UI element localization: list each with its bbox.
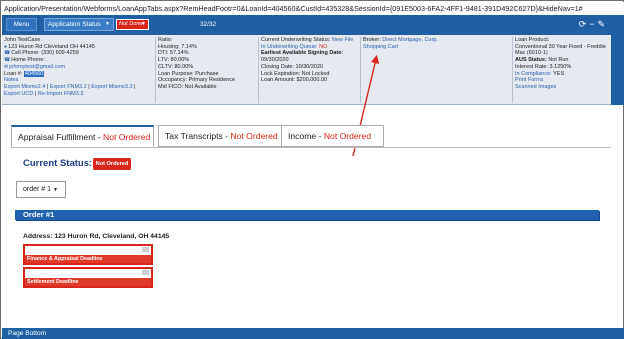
application-status-dropdown[interactable]: Application Status ▼	[44, 18, 114, 31]
app-window: Application/Presentation/Webforms/LoanAp…	[0, 0, 624, 339]
signing-label: Earliest Available Signing Date:	[261, 50, 344, 57]
reimport-fnm32-link[interactable]: Re-Import FNM3.2	[38, 91, 84, 97]
settlement-deadline-panel[interactable]: Settlement Deadline	[23, 267, 153, 288]
chevron-down-icon: ▼	[53, 187, 58, 193]
expand-icon[interactable]	[142, 247, 149, 252]
cltv-ratio: CLTV: 80.00%	[158, 63, 194, 70]
broker-column: Broker: Direct Mortgage, Corp. Shopping …	[360, 37, 510, 103]
deadline-label: Settlement Deadline	[25, 278, 151, 286]
chevron-down-icon: ▼	[141, 21, 146, 27]
print-forms-link[interactable]: Print Forms	[515, 77, 610, 84]
export-fnm32-link[interactable]: Export FNM3.2	[50, 84, 87, 90]
location-pin-icon: ●	[4, 43, 8, 50]
notes-link[interactable]: Notes	[4, 77, 152, 84]
aus-status-value: Not Run	[548, 57, 569, 64]
export-ucd-link[interactable]: Export UCD	[4, 91, 33, 97]
top-toolbar: Menu Application Status ▼ Not Done ▼ 32/…	[2, 15, 624, 35]
lock-expiration: Lock Expiration: Not Locked	[261, 70, 330, 77]
finance-appraisal-deadline-panel[interactable]: Finance & Appraisal Deadline	[23, 244, 153, 265]
loan-number-label: Loan #:	[4, 70, 23, 77]
order-select[interactable]: order # 1 ▼	[16, 181, 66, 198]
loan-purpose: Loan Purpose: Purchase	[158, 70, 219, 77]
tab-divider	[11, 147, 611, 148]
email-link[interactable]: johnnytest@gmail.com	[9, 64, 65, 70]
broker-link[interactable]: Direct Mortgage, Corp.	[382, 37, 438, 43]
tab-tax-transcripts[interactable]: Tax Transcripts - Not Ordered	[158, 125, 286, 147]
product-column: Loan Product: Conventional 30 Year Fixed…	[512, 37, 610, 103]
expand-icon[interactable]	[142, 270, 149, 275]
underwriting-column: Current Underwriting Status: New File In…	[258, 37, 359, 103]
tab-status: Not Ordered	[323, 131, 372, 141]
email-icon: ✉	[4, 63, 9, 70]
uw-queue-value: NO	[319, 43, 328, 50]
ratio-title: Ratio:	[158, 37, 173, 43]
phone-icon: ☎	[4, 50, 11, 57]
signing-date: 09/30/2020	[261, 57, 289, 64]
phone-icon: ☎	[4, 57, 11, 64]
ratio-column: Ratio: Housing: 7.14% DTI: 57.14% LTV: 8…	[155, 37, 255, 103]
broker-label: Broker:	[363, 37, 381, 43]
tab-status: Not Ordered	[103, 132, 151, 142]
loan-product-label: Loan Product:	[515, 37, 550, 43]
side-scrollbar[interactable]	[611, 35, 624, 105]
uw-status-label: Current Underwriting Status:	[261, 37, 331, 43]
shopping-cart-link[interactable]: Shopping Cart	[363, 44, 510, 51]
occupancy: Occupancy: Primary Residence	[158, 77, 236, 84]
housing-ratio: Housing: 7.14%	[158, 43, 197, 50]
uw-queue-label: In Underwriting Queue:	[261, 43, 318, 50]
order-header: Order #1	[15, 210, 599, 220]
borrower-column: John TestCase ●123 Huron Rd Cleveland OH…	[4, 37, 152, 103]
status-badge: Not Ordered	[93, 158, 131, 170]
current-status-label: Current Status:	[23, 158, 93, 169]
tab-label: Income -	[288, 131, 324, 141]
aus-status-label: AUS Status:	[515, 57, 547, 64]
loan-amount: Loan Amount: $200,000.00	[261, 77, 328, 84]
status-select[interactable]: Not Done ▼	[116, 19, 149, 30]
export-mismo33-link[interactable]: Export Mismo3.3	[91, 84, 132, 90]
loan-info-panel: John TestCase ●123 Huron Rd Cleveland OH…	[2, 35, 624, 105]
toolbar-icons: ⟳−✎	[579, 19, 608, 30]
chevron-down-icon: ▼	[105, 21, 110, 27]
scanned-images-link[interactable]: Scanned Images	[515, 84, 610, 91]
home-phone: Home Phone:	[11, 57, 45, 64]
tab-status: Not Ordered	[230, 131, 278, 141]
cell-phone: Cell Phone: (330) 609-4259	[11, 50, 79, 57]
menu-button[interactable]: Menu	[6, 18, 37, 31]
uw-status-value[interactable]: New File	[332, 37, 353, 43]
deadline-label: Finance & Appraisal Deadline	[25, 255, 151, 263]
mid-fico: Mid FICO: Not Available	[158, 83, 217, 90]
page-bottom-bar: Page Bottom	[2, 328, 624, 339]
page-counter: 32/32	[200, 21, 216, 28]
application-status-label: Application Status	[48, 21, 101, 28]
closing-date: Closing Date: 10/30/2020	[261, 63, 324, 70]
tab-label: Appraisal Fulfillment -	[18, 132, 104, 142]
ltv-ratio: LTV: 80.00%	[158, 57, 190, 64]
minimize-icon[interactable]: −	[589, 19, 597, 30]
interest-rate: Interest Rate: 3.1250%	[515, 63, 572, 70]
dti-ratio: DTI: 57.14%	[158, 50, 189, 57]
order-select-value: order # 1	[23, 186, 52, 193]
url-bar[interactable]: Application/Presentation/Webforms/LoanAp…	[2, 2, 624, 15]
compliance-value: YES	[553, 70, 565, 77]
compliance-label: In Compliance:	[515, 70, 552, 77]
status-value: Not Done	[119, 21, 143, 27]
tab-appraisal-fulfillment[interactable]: Appraisal Fulfillment - Not Ordered	[11, 125, 154, 147]
loan-number: 404560	[23, 70, 45, 77]
export-mismo24-link[interactable]: Export Mismo2.4	[4, 84, 45, 90]
tab-income[interactable]: Income - Not Ordered	[281, 125, 384, 147]
pin-icon[interactable]: ✎	[597, 19, 608, 30]
tab-label: Tax Transcripts -	[165, 131, 231, 141]
loan-product-value: Conventional 30 Year Fixed - Freddie Mac…	[515, 43, 606, 57]
order-address: Address: 123 Huron Rd, Cleveland, OH 441…	[23, 233, 170, 240]
borrower-address: 123 Huron Rd Cleveland OH 44145	[8, 43, 95, 50]
borrower-name: John TestCase	[4, 37, 41, 43]
refresh-icon[interactable]: ⟳	[579, 19, 590, 30]
